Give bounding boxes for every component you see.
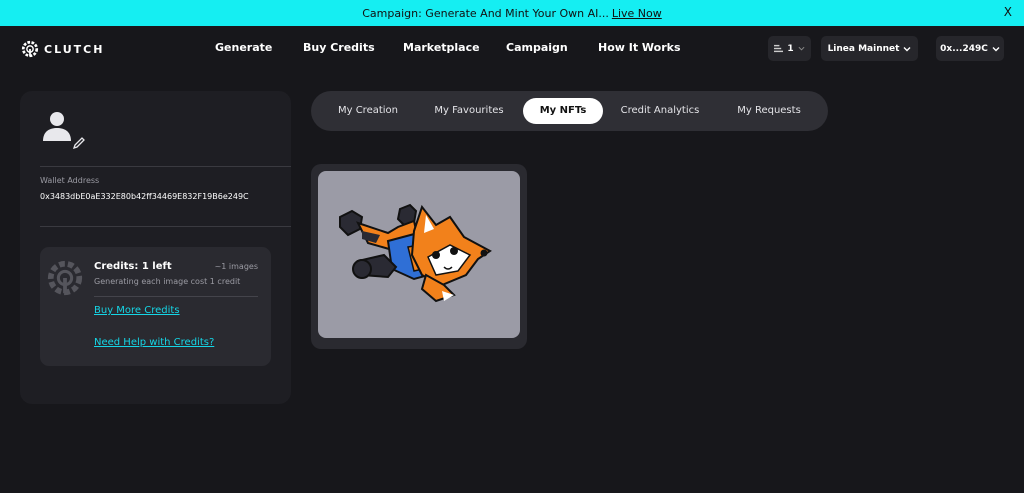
campaign-banner: Campaign: Generate And Mint Your Own AI.… [0, 0, 1024, 26]
nav-marketplace[interactable]: Marketplace [403, 41, 480, 54]
tab-my-requests[interactable]: My Requests [728, 98, 810, 124]
profile-tabs: My Creation My Favourites My NFTs Credit… [311, 91, 828, 131]
counter-value: 1 [787, 43, 794, 54]
close-icon[interactable]: X [1004, 5, 1012, 19]
counter-dropdown[interactable]: 1 [768, 36, 811, 61]
network-dropdown[interactable]: Linea Mainnet [821, 36, 918, 61]
buy-more-credits-link[interactable]: Buy More Credits [94, 305, 180, 316]
chevron-down-icon [992, 46, 1000, 51]
banner-live-now-link[interactable]: Live Now [612, 7, 662, 20]
tab-my-favourites[interactable]: My Favourites [424, 98, 514, 124]
nft-image [318, 171, 520, 338]
wallet-dropdown[interactable]: 0x...249C [936, 36, 1004, 61]
chevron-down-icon [798, 46, 805, 51]
logo-text: CLUTCH [44, 42, 105, 56]
credits-help-link[interactable]: Need Help with Credits? [94, 337, 214, 348]
nav-how-it-works[interactable]: How It Works [598, 41, 681, 54]
wallet-address-label: Wallet Address [40, 176, 100, 185]
profile-card: Wallet Address 0x3483dbE0aE332E80b42ff34… [20, 91, 291, 404]
divider [94, 296, 258, 297]
divider [40, 226, 291, 227]
tab-my-creation[interactable]: My Creation [327, 98, 409, 124]
credits-logo-icon [47, 260, 83, 296]
network-label: Linea Mainnet [827, 43, 900, 54]
credits-panel: Credits: 1 left ~1 images Generating eac… [40, 247, 271, 366]
tab-my-nfts[interactable]: My NFTs [523, 98, 603, 124]
nav-generate[interactable]: Generate [215, 41, 272, 54]
list-icon [774, 44, 784, 53]
wallet-short-label: 0x...249C [940, 43, 988, 54]
logo[interactable]: CLUTCH [21, 40, 104, 58]
credits-image-count: ~1 images [214, 262, 258, 271]
credits-title: Credits: 1 left [94, 261, 172, 272]
nav-campaign[interactable]: Campaign [506, 41, 568, 54]
chevron-down-icon [903, 46, 911, 51]
top-navbar: CLUTCH Generate Buy Credits Marketplace … [0, 26, 1024, 72]
nft-card[interactable] [311, 164, 527, 349]
tab-credit-analytics[interactable]: Credit Analytics [613, 98, 707, 124]
wallet-address-value: 0x3483dbE0aE332E80b42ff34469E832F19B6e24… [40, 192, 249, 201]
avatar[interactable] [42, 110, 88, 150]
credits-note: Generating each image cost 1 credit [94, 277, 241, 286]
banner-text: Campaign: Generate And Mint Your Own AI.… [362, 6, 609, 20]
clutch-logo-icon [21, 40, 39, 58]
nav-buy-credits[interactable]: Buy Credits [303, 41, 375, 54]
user-icon [43, 112, 71, 141]
pencil-icon[interactable] [72, 136, 86, 150]
divider [40, 166, 291, 167]
fox-mascot-illustration [339, 203, 492, 303]
